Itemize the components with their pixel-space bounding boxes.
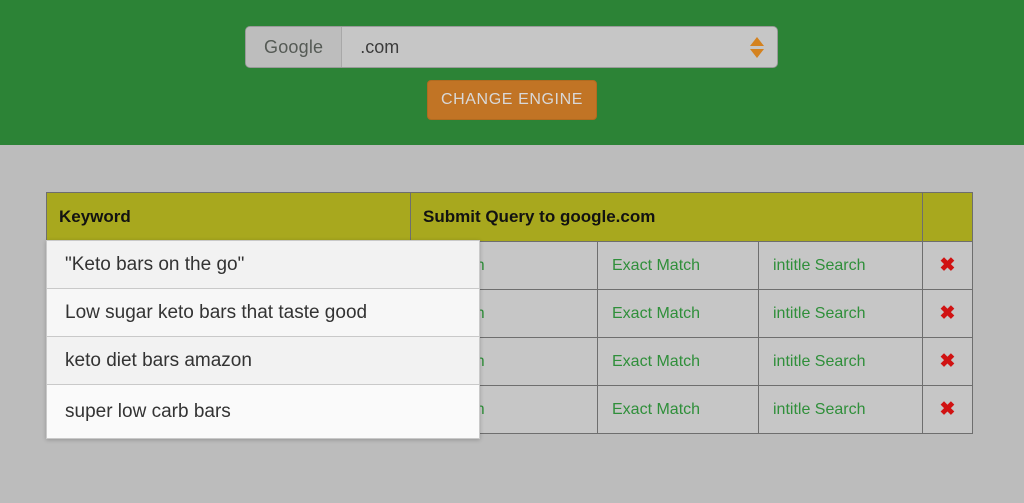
chevron-down-icon[interactable] xyxy=(750,48,764,58)
query-link[interactable]: Exact Match xyxy=(612,257,700,274)
cell-delete[interactable]: ✖ xyxy=(922,289,974,338)
delete-row-icon[interactable]: ✖ xyxy=(940,304,956,323)
cell-query-link-3[interactable]: intitle Search xyxy=(757,241,924,290)
suggestion-item[interactable]: super low carb bars xyxy=(47,385,479,438)
suggestion-item[interactable]: "Keto bars on the go" xyxy=(47,241,479,289)
query-link[interactable]: intitle Search xyxy=(773,305,866,322)
cell-query-link-2[interactable]: Exact Match xyxy=(597,241,759,290)
change-engine-button[interactable]: CHANGE ENGINE xyxy=(427,80,597,120)
keyword-suggestion-dropdown[interactable]: "Keto bars on the go" Low sugar keto bars… xyxy=(46,240,480,439)
search-engine-select[interactable]: Google .com xyxy=(245,26,778,68)
header-submit-query: Submit Query to google.com xyxy=(409,192,924,242)
cell-query-link-2[interactable]: Exact Match xyxy=(597,385,759,434)
delete-row-icon[interactable]: ✖ xyxy=(940,256,956,275)
query-link[interactable]: Exact Match xyxy=(612,353,700,370)
query-link[interactable]: intitle Search xyxy=(773,401,866,418)
select-spinner-arrows[interactable] xyxy=(737,27,777,67)
cell-query-link-3[interactable]: intitle Search xyxy=(757,337,924,386)
cell-query-link-3[interactable]: intitle Search xyxy=(757,385,924,434)
header-action xyxy=(922,192,974,242)
table-header-row: Keyword Submit Query to google.com xyxy=(46,192,974,242)
delete-row-icon[interactable]: ✖ xyxy=(940,400,956,419)
cell-delete[interactable]: ✖ xyxy=(922,385,974,434)
suggestion-item[interactable]: keto diet bars amazon xyxy=(47,337,479,385)
cell-query-link-2[interactable]: Exact Match xyxy=(597,337,759,386)
query-link[interactable]: intitle Search xyxy=(773,257,866,274)
top-green-bar: Google .com CHANGE ENGINE xyxy=(0,0,1024,145)
chevron-up-icon[interactable] xyxy=(750,36,764,46)
table-head: Keyword Submit Query to google.com xyxy=(46,192,974,242)
cell-query-link-2[interactable]: Exact Match xyxy=(597,289,759,338)
delete-row-icon[interactable]: ✖ xyxy=(940,352,956,371)
cell-query-link-3[interactable]: intitle Search xyxy=(757,289,924,338)
query-link[interactable]: Exact Match xyxy=(612,305,700,322)
cell-delete[interactable]: ✖ xyxy=(922,241,974,290)
header-keyword: Keyword xyxy=(46,192,411,242)
engine-tld-value[interactable]: .com xyxy=(342,27,737,67)
query-link[interactable]: intitle Search xyxy=(773,353,866,370)
suggestion-item[interactable]: Low sugar keto bars that taste good xyxy=(47,289,479,337)
engine-prefix-label: Google xyxy=(246,27,343,67)
cell-delete[interactable]: ✖ xyxy=(922,337,974,386)
query-link[interactable]: Exact Match xyxy=(612,401,700,418)
